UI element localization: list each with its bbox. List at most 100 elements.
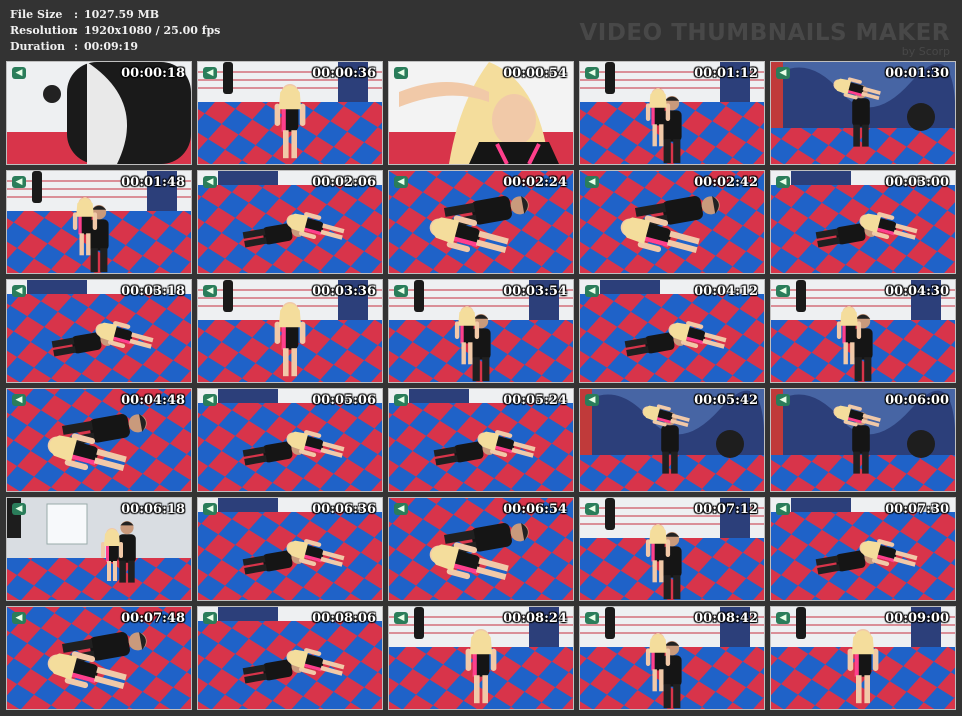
thumbnail-timestamp: 00:01:48 [121, 175, 185, 190]
channel-logo-icon: ◀ [394, 285, 408, 297]
brand-watermark: VIDEO THUMBNAILS MAKER by Scorp [579, 20, 950, 57]
thumbnail-grid: ◀ 00:00:18 ◀ 00:00:36 ◀ 00:00:54 ◀ 00:01:12 ◀ 00:… [6, 61, 958, 711]
resolution-value: 1920x1080 / 25.00 fps [84, 24, 221, 37]
thumbnail-timestamp: 00:03:00 [885, 175, 949, 190]
video-thumbnail: ◀ 00:02:42 [579, 170, 765, 274]
separator: : [74, 40, 79, 53]
channel-logo-icon: ◀ [585, 176, 599, 188]
channel-logo-icon: ◀ [585, 285, 599, 297]
video-thumbnail: ◀ 00:04:48 [6, 388, 192, 492]
video-thumbnail: ◀ 00:07:30 [770, 497, 956, 601]
punching-bag [414, 607, 424, 639]
file-size-label: File Size [10, 8, 63, 21]
video-thumbnail: ◀ 00:03:36 [197, 279, 383, 383]
channel-logo-icon: ◀ [585, 67, 599, 79]
thumbnail-timestamp: 00:00:36 [312, 66, 376, 81]
tire [907, 430, 935, 458]
thumbnail-timestamp: 00:04:12 [694, 284, 758, 299]
tire [716, 430, 744, 458]
punching-bag [796, 607, 806, 639]
channel-logo-icon: ◀ [12, 503, 26, 515]
separator: : [74, 8, 79, 21]
video-thumbnail: ◀ 00:07:12 [579, 497, 765, 601]
punching-bag [796, 280, 806, 312]
thumbnail-timestamp: 00:03:54 [503, 284, 567, 299]
video-thumbnail: ◀ 00:00:54 [388, 61, 574, 165]
channel-logo-icon: ◀ [394, 176, 408, 188]
thumbnail-timestamp: 00:02:06 [312, 175, 376, 190]
tire [907, 103, 935, 131]
thumbnail-timestamp: 00:04:48 [121, 393, 185, 408]
video-thumbnail: ◀ 00:08:42 [579, 606, 765, 710]
channel-logo-icon: ◀ [203, 394, 217, 406]
thumbnail-timestamp: 00:05:06 [312, 393, 376, 408]
punching-bag [414, 280, 424, 312]
separator: : [74, 24, 79, 37]
video-thumbnail: ◀ 00:04:30 [770, 279, 956, 383]
video-thumbnail: ◀ 00:01:48 [6, 170, 192, 274]
video-thumbnail: ◀ 00:06:36 [197, 497, 383, 601]
channel-logo-icon: ◀ [776, 176, 790, 188]
thumbnail-timestamp: 00:02:42 [694, 175, 758, 190]
thumbnail-timestamp: 00:07:48 [121, 611, 185, 626]
video-thumbnail: ◀ 00:01:30 [770, 61, 956, 165]
punching-bag [223, 62, 233, 94]
brand-title: VIDEO THUMBNAILS MAKER [579, 20, 950, 46]
punching-bag [32, 171, 42, 203]
thumbnail-timestamp: 00:06:36 [312, 502, 376, 517]
channel-logo-icon: ◀ [585, 394, 599, 406]
channel-logo-icon: ◀ [203, 67, 217, 79]
thumbnail-timestamp: 00:05:42 [694, 393, 758, 408]
video-thumbnail: ◀ 00:02:24 [388, 170, 574, 274]
resolution-label: Resolution [10, 24, 77, 37]
channel-logo-icon: ◀ [394, 67, 408, 79]
thumbnail-timestamp: 00:00:54 [503, 66, 567, 81]
thumbnail-timestamp: 00:07:12 [694, 502, 758, 517]
channel-logo-icon: ◀ [776, 612, 790, 624]
thumbnail-timestamp: 00:05:24 [503, 393, 567, 408]
video-thumbnail: ◀ 00:09:00 [770, 606, 956, 710]
video-thumbnail: ◀ 00:03:00 [770, 170, 956, 274]
thumbnail-timestamp: 00:08:06 [312, 611, 376, 626]
thumbnail-timestamp: 00:03:18 [121, 284, 185, 299]
brand-subtitle: by Scorp [901, 45, 950, 58]
video-thumbnail: ◀ 00:01:12 [579, 61, 765, 165]
thumbnail-timestamp: 00:03:36 [312, 284, 376, 299]
channel-logo-icon: ◀ [12, 394, 26, 406]
thumbnail-timestamp: 00:01:30 [885, 66, 949, 81]
video-thumbnail: ◀ 00:08:06 [197, 606, 383, 710]
video-thumbnail: ◀ 00:07:48 [6, 606, 192, 710]
file-size-value: 1027.59 MB [84, 8, 160, 21]
punching-bag [605, 607, 615, 639]
video-thumbnail: ◀ 00:05:24 [388, 388, 574, 492]
video-thumbnail: ◀ 00:02:06 [197, 170, 383, 274]
channel-logo-icon: ◀ [585, 503, 599, 515]
thumbnail-timestamp: 00:08:42 [694, 611, 758, 626]
duration-value: 00:09:19 [84, 40, 139, 53]
thumbnail-timestamp: 00:00:18 [121, 66, 185, 81]
duration-row: Duration:00:09:19 [10, 40, 138, 53]
thumbnail-timestamp: 00:06:18 [121, 502, 185, 517]
channel-logo-icon: ◀ [776, 67, 790, 79]
thumbnail-timestamp: 00:09:00 [885, 611, 949, 626]
thumbnail-timestamp: 00:06:00 [885, 393, 949, 408]
channel-logo-icon: ◀ [203, 503, 217, 515]
video-thumbnail: ◀ 00:00:36 [197, 61, 383, 165]
thumbnail-timestamp: 00:07:30 [885, 502, 949, 517]
channel-logo-icon: ◀ [394, 394, 408, 406]
channel-logo-icon: ◀ [203, 176, 217, 188]
duration-label: Duration [10, 40, 66, 53]
channel-logo-icon: ◀ [585, 612, 599, 624]
channel-logo-icon: ◀ [776, 394, 790, 406]
channel-logo-icon: ◀ [776, 285, 790, 297]
punching-bag [605, 498, 615, 530]
channel-logo-icon: ◀ [12, 176, 26, 188]
thumbnail-timestamp: 00:06:54 [503, 502, 567, 517]
video-thumbnail: ◀ 00:05:42 [579, 388, 765, 492]
video-thumbnail: ◀ 00:08:24 [388, 606, 574, 710]
thumbnail-timestamp: 00:02:24 [503, 175, 567, 190]
video-thumbnail: ◀ 00:06:18 [6, 497, 192, 601]
video-thumbnail: ◀ 00:06:54 [388, 497, 574, 601]
channel-logo-icon: ◀ [394, 503, 408, 515]
mat-floor [7, 558, 191, 600]
